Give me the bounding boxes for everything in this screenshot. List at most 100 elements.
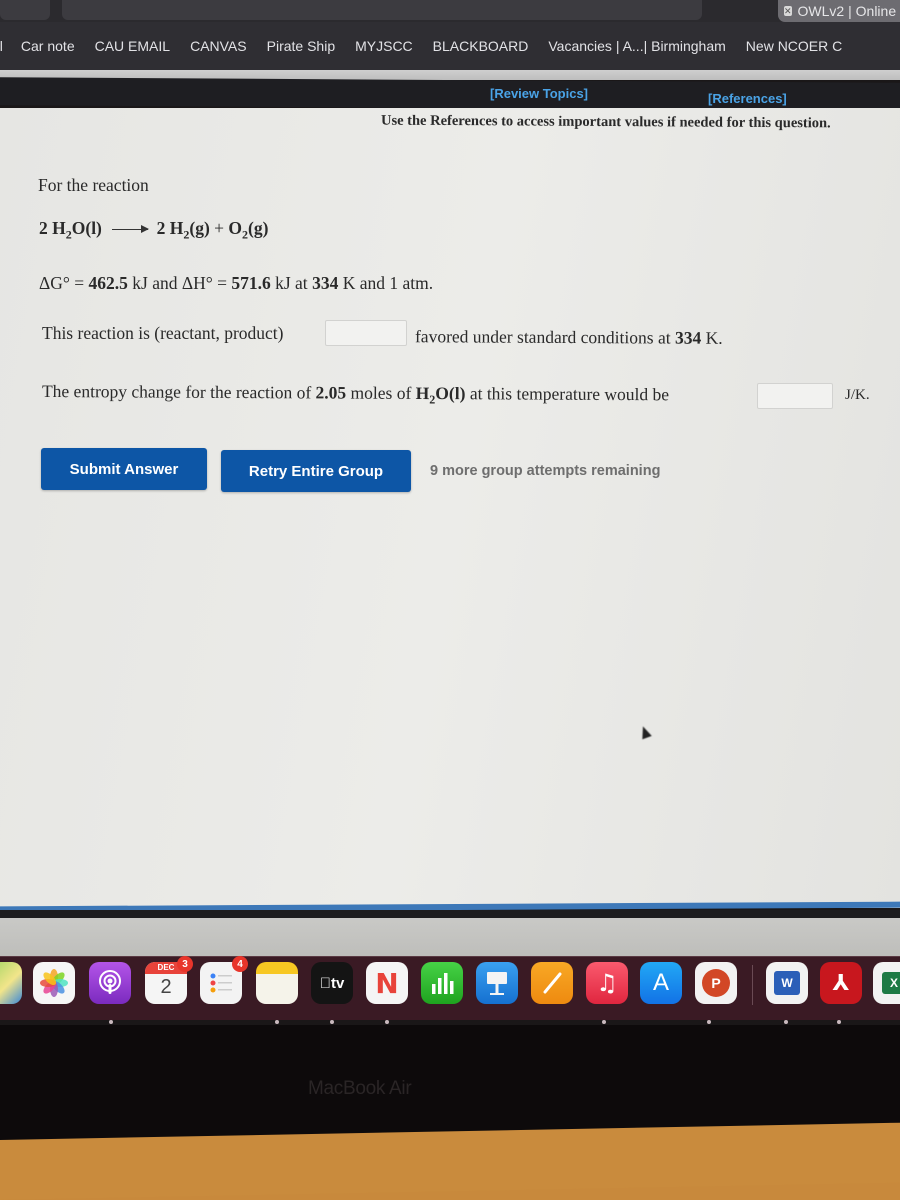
question-intro: For the reaction — [38, 175, 149, 195]
coef: 2 — [156, 218, 166, 238]
retry-entire-group-button[interactable]: Retry Entire Group — [221, 450, 411, 492]
review-topics-link[interactable]: [Review Topics] — [490, 86, 588, 101]
delta-g-value: 462.5 — [88, 273, 128, 293]
dock-maps-icon[interactable] — [0, 962, 22, 1004]
notification-badge: 3 — [177, 956, 193, 972]
bookmark-cau-email[interactable]: CAU EMAIL — [85, 38, 180, 54]
dock-numbers-icon[interactable] — [421, 962, 463, 1004]
tv-text: tv — [325, 974, 344, 992]
dock-calendar-icon[interactable]: DEC 2 3 — [145, 956, 193, 1004]
bookmark-canvas[interactable]: CANVAS — [180, 38, 257, 54]
references-link[interactable]: [References] — [708, 91, 787, 106]
element: H — [52, 218, 66, 238]
dock-news-icon[interactable]: N — [366, 962, 408, 1004]
close-icon[interactable]: ✕ — [784, 6, 792, 16]
bookmarks-bar: ol Car note CAU EMAIL CANVAS Pirate Ship… — [0, 22, 900, 70]
dock-keynote-icon[interactable] — [476, 962, 518, 1004]
dock-pages-icon[interactable] — [531, 962, 573, 1004]
laptop-bezel — [0, 1025, 900, 1140]
temperature-value: 334 — [312, 273, 339, 293]
text: kJ at — [270, 273, 313, 293]
dock-excel-icon[interactable]: X — [873, 962, 900, 1004]
running-indicator — [784, 1020, 788, 1024]
species-rest: (g) — [248, 218, 269, 238]
dock-separator — [752, 965, 753, 1005]
running-indicator — [275, 1020, 279, 1024]
dock-app-store-icon[interactable]: A — [640, 962, 682, 1004]
element: H — [169, 218, 184, 238]
dock-notes-icon[interactable] — [256, 962, 298, 1004]
element: O — [228, 218, 243, 238]
dock-apple-tv-icon[interactable]: tv — [311, 962, 353, 1004]
question-page: Use the References to access important v… — [0, 108, 900, 908]
powerpoint-glyph-icon: P — [702, 969, 730, 997]
word-glyph-icon: W — [774, 971, 800, 995]
species-rest: O(l) — [71, 218, 102, 238]
running-indicator — [385, 1020, 389, 1024]
dock-photos-icon[interactable] — [33, 962, 75, 1004]
entropy-unit: J/K. — [845, 387, 870, 403]
app-store-glyph-icon: A — [652, 969, 669, 996]
dock-music-icon[interactable]: ♫ — [586, 962, 628, 1004]
favored-answer-input[interactable] — [325, 320, 407, 346]
text: K and — [338, 273, 390, 293]
text: K. — [701, 327, 723, 348]
tab-inactive[interactable] — [0, 0, 50, 20]
entropy-answer-input[interactable] — [757, 383, 833, 409]
music-note-icon: ♫ — [596, 969, 618, 997]
submit-answer-button[interactable]: Submit Answer — [41, 448, 207, 490]
text: atm. — [398, 273, 434, 293]
text: The entropy change for the reaction of — [41, 381, 316, 403]
pressure-value: 1 — [389, 273, 399, 293]
photos-flower-icon — [40, 969, 68, 997]
part1-prefix: This reaction is (reactant, product) — [42, 323, 284, 343]
running-indicator — [837, 1020, 841, 1024]
moles-value: 2.05 — [315, 382, 347, 403]
part1-suffix: favored under standard conditions at 334… — [415, 326, 723, 349]
bookmark-blackboard[interactable]: BLACKBOARD — [423, 38, 539, 54]
tab-inactive[interactable] — [62, 0, 702, 20]
tab-owlv2[interactable]: ✕ OWLv2 | Online tea — [778, 0, 900, 22]
text: kJ and — [127, 273, 182, 293]
text: moles of — [346, 382, 416, 403]
part2-question: The entropy change for the reaction of 2… — [42, 381, 669, 409]
window-border — [0, 910, 900, 918]
plus-sign: + — [214, 218, 225, 238]
text: favored under standard conditions at — [414, 326, 676, 348]
attempts-remaining: 9 more group attempts remaining — [430, 463, 661, 479]
reminders-list-icon — [210, 973, 232, 993]
podcast-glyph-icon — [99, 970, 121, 994]
dock-powerpoint-icon[interactable]: P — [695, 962, 737, 1004]
dock-acrobat-icon[interactable]: ⅄ — [820, 962, 862, 1004]
reaction-arrow-icon — [112, 225, 150, 234]
dock-podcasts-icon[interactable] — [89, 962, 131, 1004]
bookmark-pirate-ship[interactable]: Pirate Ship — [257, 38, 345, 54]
bookmark-vacancies[interactable]: Vacancies | A...| Birmingham — [538, 38, 735, 54]
text: at this temperature would be — [465, 383, 670, 405]
numbers-bars-icon — [432, 973, 454, 994]
bookmark-new-ncoer[interactable]: New NCOER C — [736, 38, 852, 54]
species-rest: (g) — [189, 218, 210, 238]
pages-pen-icon — [543, 972, 562, 994]
delta-h-value: 571.6 — [231, 273, 271, 293]
notification-badge: 4 — [232, 956, 248, 972]
keynote-podium-icon — [487, 972, 507, 995]
running-indicator — [330, 1020, 334, 1024]
calendar-day: 2 — [160, 976, 172, 998]
bookmark-myjscc[interactable]: MYJSCC — [345, 38, 423, 54]
dock-word-icon[interactable]: W — [766, 962, 808, 1004]
element: H — [415, 382, 430, 404]
dock-reminders-icon[interactable]: 4 — [200, 956, 248, 1004]
species-rest: O(l) — [435, 383, 466, 404]
delta-g-label: ΔG° = — [39, 273, 89, 293]
references-note: Use the References to access important v… — [380, 112, 831, 132]
running-indicator — [602, 1020, 606, 1024]
running-indicator — [109, 1020, 113, 1024]
bookmark-item[interactable]: ol — [0, 38, 13, 54]
news-glyph-icon: N — [375, 966, 399, 1000]
browser-tab-strip: ✕ OWLv2 | Online tea — [0, 0, 900, 22]
mouse-cursor-icon — [638, 724, 652, 740]
temperature-value: 334 — [674, 327, 702, 348]
apple-tv-label: tv — [320, 975, 345, 992]
bookmark-car-note[interactable]: Car note — [13, 38, 85, 54]
